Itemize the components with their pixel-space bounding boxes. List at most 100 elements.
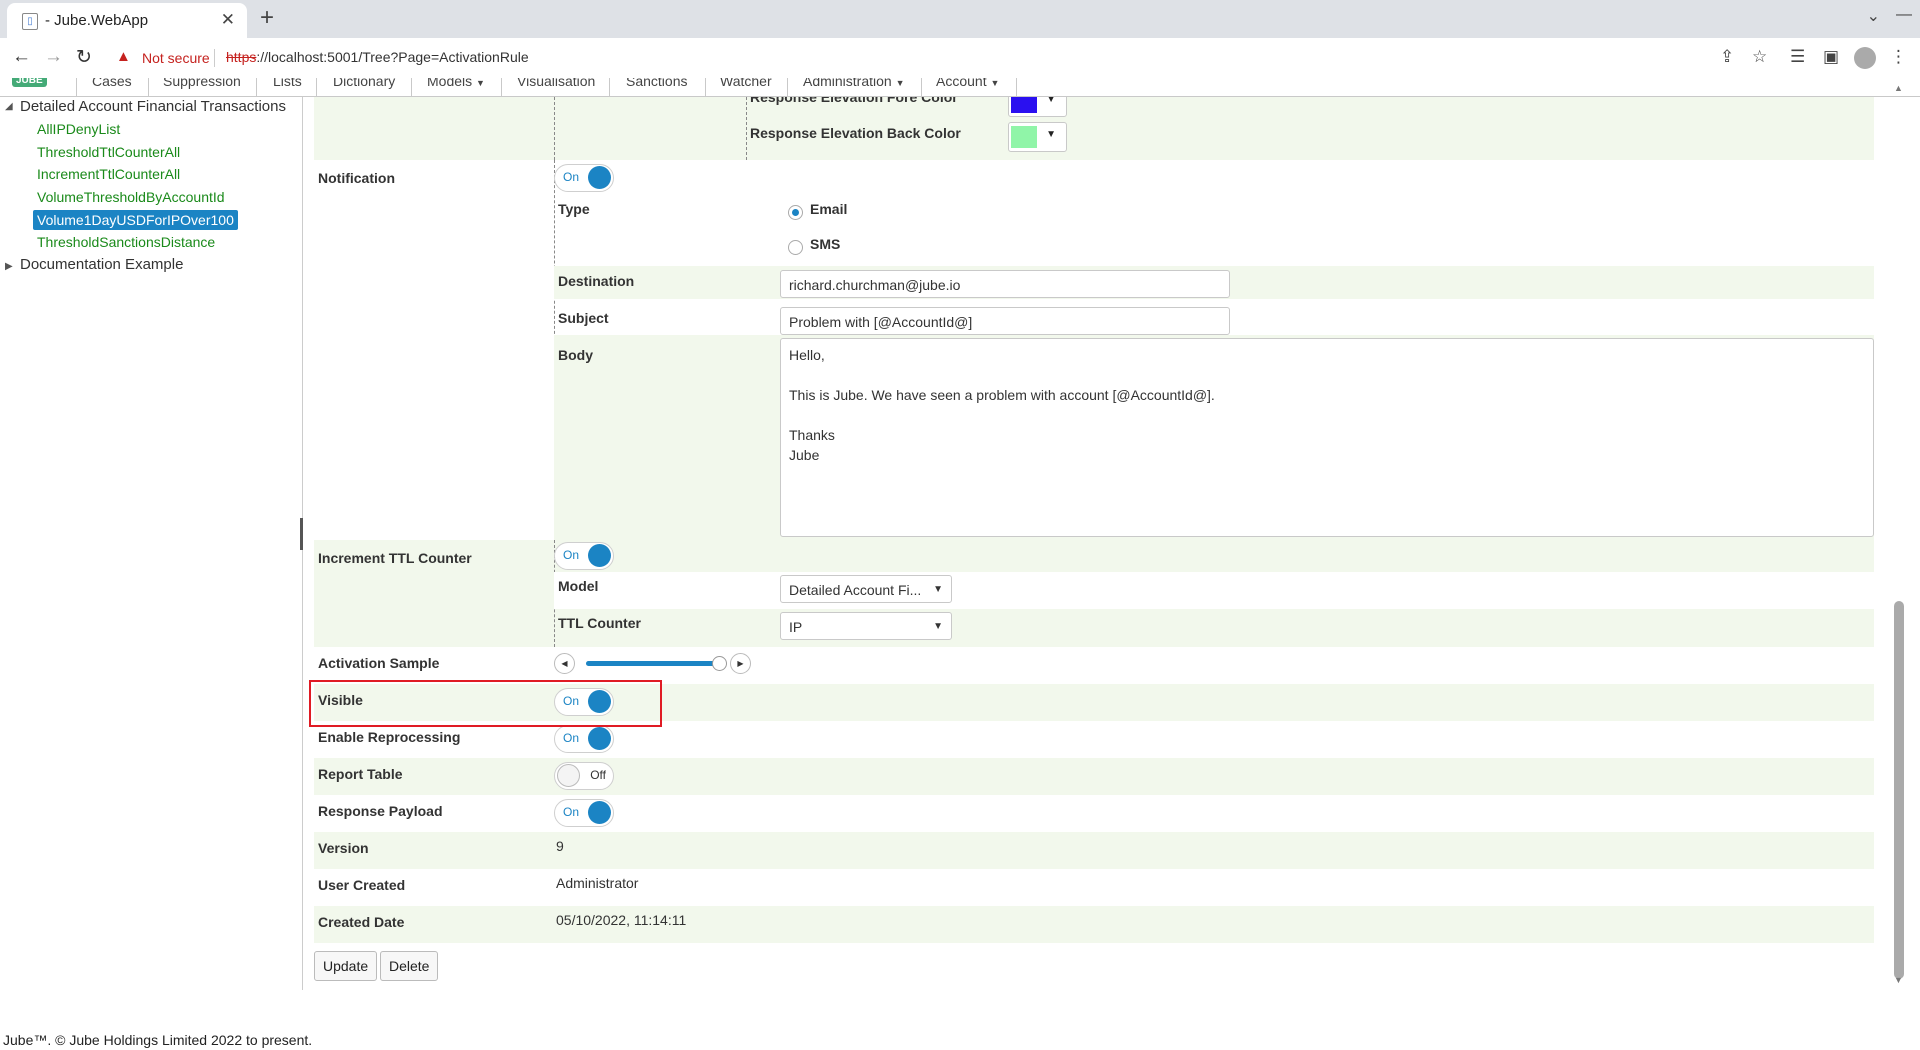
model-label: Model	[558, 578, 599, 594]
response-payload-toggle[interactable]: On	[554, 799, 614, 827]
menu-administration[interactable]: Administration ▼	[803, 78, 905, 89]
pane-splitter-handle[interactable]	[300, 518, 303, 550]
body-label: Body	[558, 347, 593, 363]
slider-thumb[interactable]	[712, 656, 728, 671]
menu-suppression[interactable]: Suppression	[163, 78, 241, 89]
menu-cases[interactable]: Cases	[92, 78, 132, 89]
tree-leaf[interactable]: AllIPDenyList	[37, 121, 120, 137]
menu-sanctions[interactable]: Sanctions	[626, 78, 687, 89]
menu-divider	[609, 78, 610, 96]
version-row: Version 9	[314, 832, 1874, 869]
menu-dictionary[interactable]: Dictionary	[333, 78, 395, 89]
caret-down-icon: ▼	[933, 621, 943, 632]
sms-radio[interactable]	[788, 240, 803, 255]
section-divider	[746, 97, 748, 160]
menu-models-label: Models	[427, 78, 473, 89]
menu-account[interactable]: Account ▼	[936, 78, 999, 89]
toggle-state: On	[563, 731, 580, 745]
tree-node-detailed-account[interactable]: Detailed Account Financial Transactions	[20, 98, 286, 115]
menu-administration-label: Administration	[803, 78, 892, 89]
email-radio[interactable]	[788, 205, 803, 220]
increment-ttl-counter-toggle[interactable]: On	[554, 542, 614, 570]
menu-watcher[interactable]: Watcher	[720, 78, 772, 89]
bookmark-star-icon[interactable]: ☆	[1752, 47, 1767, 67]
menu-lists[interactable]: Lists	[273, 78, 302, 89]
caret-down-icon: ▼	[1046, 129, 1056, 140]
menu-account-label: Account	[936, 78, 987, 89]
scrollbar-thumb[interactable]	[1894, 601, 1904, 979]
browser-menu-icon[interactable]: ⋮	[1890, 47, 1907, 67]
url-text[interactable]: https://localhost:5001/Tree?Page=Activat…	[226, 49, 529, 65]
tree-expanded-arrow-icon[interactable]: ◢	[5, 101, 13, 112]
model-tree: ◢ Detailed Account Financial Transaction…	[0, 97, 303, 990]
forward-arrow-icon[interactable]: →	[44, 46, 63, 68]
scroll-down-icon[interactable]: ▼	[1894, 975, 1903, 985]
response-fore-color-picker[interactable]: ▼	[1008, 97, 1067, 117]
created-date-row: Created Date 05/10/2022, 11:14:11	[314, 906, 1874, 943]
tab-search-chevron-icon[interactable]: ⌄	[1867, 6, 1880, 26]
response-fore-color-label: Response Elevation Fore Color	[750, 97, 958, 105]
back-arrow-icon[interactable]: ←	[12, 46, 31, 68]
section-divider	[554, 97, 556, 160]
jube-logo[interactable]: JUBE	[12, 78, 47, 87]
tree-leaf-selected[interactable]: Volume1DayUSDForIPOver100	[33, 210, 238, 230]
destination-input[interactable]: richard.churchman@jube.io	[780, 270, 1230, 298]
delete-button[interactable]: Delete	[380, 951, 439, 981]
update-button[interactable]: Update	[314, 951, 378, 981]
scroll-up-icon[interactable]: ▲	[1894, 83, 1903, 93]
window-minimize-icon[interactable]: —	[1889, 6, 1919, 24]
ttl-counter-label: TTL Counter	[558, 615, 641, 631]
report-table-toggle[interactable]: Off	[554, 762, 614, 790]
toggle-knob	[588, 166, 611, 189]
url-omnibox[interactable]: ▲ Not secure https://localhost:5001/Tree…	[104, 42, 1744, 74]
ttl-counter-select[interactable]: IP ▼	[780, 612, 952, 640]
created-date-value: 05/10/2022, 11:14:11	[556, 912, 687, 928]
tree-node-documentation-example[interactable]: Documentation Example	[20, 256, 183, 273]
tree-leaf[interactable]: ThresholdSanctionsDistance	[37, 234, 215, 250]
response-payload-row: Response Payload On	[314, 795, 1874, 832]
browser-tab[interactable]: ▯ - Jube.WebApp ✕	[7, 3, 247, 38]
tree-leaf[interactable]: VolumeThresholdByAccountId	[37, 189, 225, 205]
tree-leaf[interactable]: ThresholdTtlCounterAll	[37, 144, 180, 160]
reload-icon[interactable]: ↻	[76, 46, 92, 69]
type-label: Type	[558, 201, 590, 217]
ttl-counter-select-value: IP	[789, 619, 803, 635]
main-scrollbar[interactable]: ▲ ▼	[1890, 79, 1910, 990]
activation-sample-slider[interactable]	[586, 656, 728, 671]
menu-divider	[1016, 78, 1017, 96]
menu-divider	[705, 78, 706, 96]
not-secure-label[interactable]: Not secure	[142, 50, 210, 66]
tree-leaf[interactable]: IncrementTtlCounterAll	[37, 166, 180, 182]
fore-color-swatch	[1011, 97, 1037, 113]
response-back-color-picker[interactable]: ▼	[1008, 122, 1067, 152]
model-select[interactable]: Detailed Account Fi... ▼	[780, 575, 952, 603]
menu-divider	[76, 78, 77, 96]
menu-visualisation[interactable]: Visualisation	[517, 78, 595, 89]
side-panel-icon[interactable]: ▣	[1823, 47, 1839, 67]
menu-models[interactable]: Models ▼	[427, 78, 485, 89]
toggle-state: Off	[590, 768, 606, 782]
share-icon[interactable]: ⇪	[1720, 47, 1734, 67]
tree-collapsed-arrow-icon[interactable]: ▶	[5, 261, 13, 272]
warning-icon[interactable]: ▲	[116, 48, 131, 65]
subject-input[interactable]: Problem with [@AccountId@]	[780, 307, 1230, 335]
caret-down-icon: ▼	[476, 78, 485, 88]
sms-radio-label[interactable]: SMS	[810, 236, 840, 252]
body-textarea[interactable]: Hello, This is Jube. We have seen a prob…	[780, 338, 1874, 537]
media-queue-icon[interactable]: ☰	[1790, 47, 1805, 67]
menu-divider	[256, 78, 257, 96]
slider-decrease-icon[interactable]: ◀	[554, 653, 575, 674]
new-tab-icon[interactable]: +	[260, 4, 274, 32]
model-row	[554, 572, 1874, 609]
activation-sample-label: Activation Sample	[318, 655, 440, 671]
enable-reprocessing-toggle[interactable]: On	[554, 725, 614, 753]
profile-avatar-icon[interactable]	[1854, 47, 1876, 69]
email-radio-label[interactable]: Email	[810, 201, 847, 217]
notification-label: Notification	[318, 170, 395, 186]
slider-increase-icon[interactable]: ▶	[730, 653, 751, 674]
close-tab-icon[interactable]: ✕	[221, 10, 235, 30]
notification-toggle[interactable]: On	[554, 164, 614, 192]
created-date-label: Created Date	[318, 914, 405, 930]
user-created-row: User Created Administrator	[314, 869, 1874, 906]
menu-divider	[921, 78, 922, 96]
